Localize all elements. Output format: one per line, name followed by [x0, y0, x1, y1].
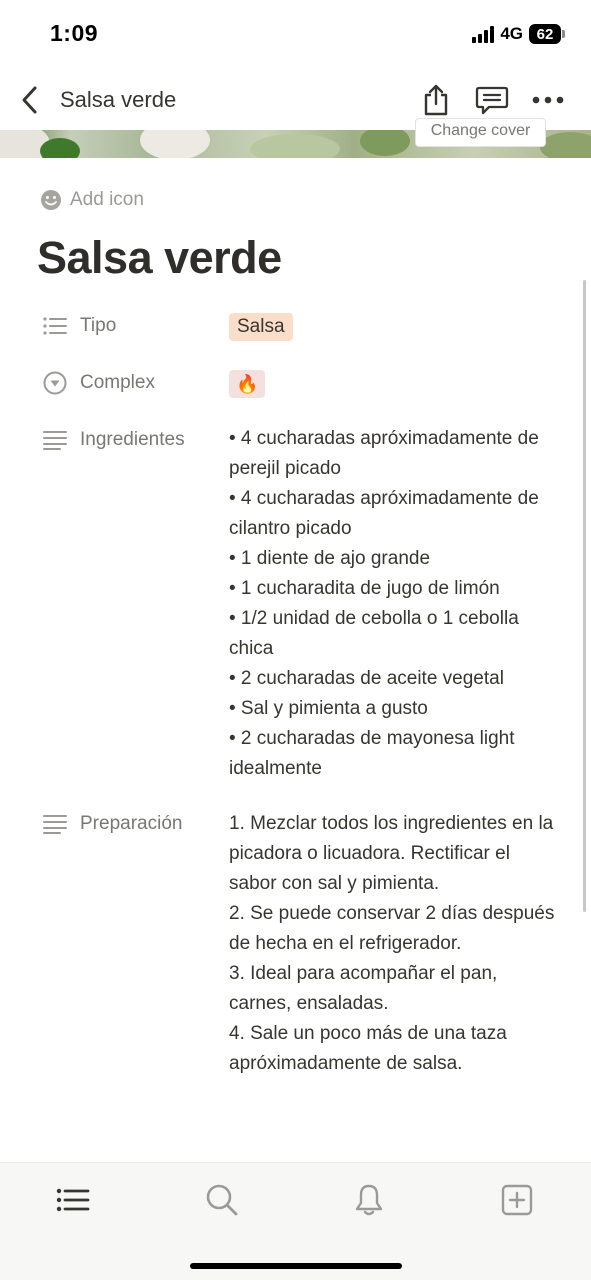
more-icon	[532, 96, 564, 104]
back-button[interactable]	[12, 82, 48, 118]
add-icon-label: Add icon	[70, 189, 144, 210]
share-icon	[424, 84, 448, 116]
comments-button[interactable]	[474, 82, 510, 118]
tab-search[interactable]	[202, 1180, 242, 1220]
bottom-tab-bar	[0, 1162, 591, 1280]
scrollbar[interactable]	[583, 280, 586, 912]
tab-home[interactable]	[53, 1180, 93, 1220]
share-button[interactable]	[418, 82, 454, 118]
bell-icon	[355, 1184, 383, 1216]
property-ingredientes[interactable]: Ingredientes	[42, 425, 228, 455]
tag-salsa: Salsa	[229, 313, 293, 341]
property-value-tipo[interactable]: Salsa	[229, 313, 293, 341]
more-options-button[interactable]	[530, 82, 566, 118]
ingredient-line: • 1 diente de ajo grande	[229, 548, 431, 569]
ingredient-line: • 2 cucharadas de mayonesa light idealme…	[229, 728, 515, 779]
add-icon-button[interactable]: Add icon	[40, 189, 144, 211]
property-value-complex[interactable]: 🔥	[229, 370, 266, 398]
search-icon	[206, 1184, 238, 1216]
preparation-step: 4. Sale un poco más de una taza apróxima…	[229, 1023, 507, 1074]
nav-title: Salsa verde	[60, 87, 177, 112]
status-indicators: 4G 62	[472, 24, 565, 44]
ingredient-line: • Sal y pimienta a gusto	[229, 698, 428, 719]
preparation-step: 2. Se puede conservar 2 días después de …	[229, 903, 555, 954]
fire-icon: 🔥	[229, 370, 266, 398]
list-icon	[56, 1188, 90, 1212]
select-icon	[43, 371, 67, 395]
smiley-icon	[41, 190, 61, 210]
status-bar: 1:09 4G 62	[0, 0, 591, 70]
plus-square-icon	[501, 1184, 533, 1216]
list-icon	[43, 317, 67, 335]
text-lines-icon	[43, 815, 67, 834]
preparation-step: 3. Ideal para acompañar el pan, carnes, …	[229, 963, 498, 1014]
ingredient-line: • 4 cucharadas apróximadamente de cilant…	[229, 488, 539, 539]
change-cover-button[interactable]: Change cover	[415, 118, 546, 147]
property-label-ingredientes: Ingredientes	[80, 429, 185, 450]
property-value-ingredientes[interactable]: • 4 cucharadas apróximadamente de pereji…	[229, 424, 559, 784]
property-value-preparacion[interactable]: 1. Mezclar todos los ingredientes en la …	[229, 809, 559, 1079]
property-label-preparacion: Preparación	[80, 813, 183, 834]
ingredient-line: • 1/2 unidad de cebolla o 1 cebolla chic…	[229, 608, 519, 659]
signal-icon	[472, 25, 495, 43]
text-lines-icon	[43, 431, 67, 450]
ingredient-line: • 1 cucharadita de jugo de limón	[229, 578, 500, 599]
network-type: 4G	[500, 24, 523, 43]
ingredient-line: • 2 cucharadas de aceite vegetal	[229, 668, 504, 689]
home-indicator[interactable]	[190, 1263, 402, 1269]
preparation-step: 1. Mezclar todos los ingredientes en la …	[229, 813, 554, 894]
property-label-complex: Complex	[80, 372, 155, 393]
tab-new-page[interactable]	[497, 1180, 537, 1220]
property-label-tipo: Tipo	[80, 315, 117, 336]
ingredient-line: • 4 cucharadas apróximadamente de pereji…	[229, 428, 539, 479]
battery-icon: 62	[529, 24, 565, 44]
tab-notifications[interactable]	[349, 1180, 389, 1220]
chevron-left-icon	[22, 86, 37, 114]
property-preparacion[interactable]: Preparación	[42, 809, 228, 839]
property-complex[interactable]: Complex	[42, 368, 228, 398]
status-time: 1:09	[50, 20, 99, 46]
property-tipo[interactable]: Tipo	[42, 311, 228, 341]
comment-icon	[475, 86, 509, 115]
page-title[interactable]: Salsa verde	[37, 232, 282, 284]
battery-level: 62	[529, 24, 561, 44]
